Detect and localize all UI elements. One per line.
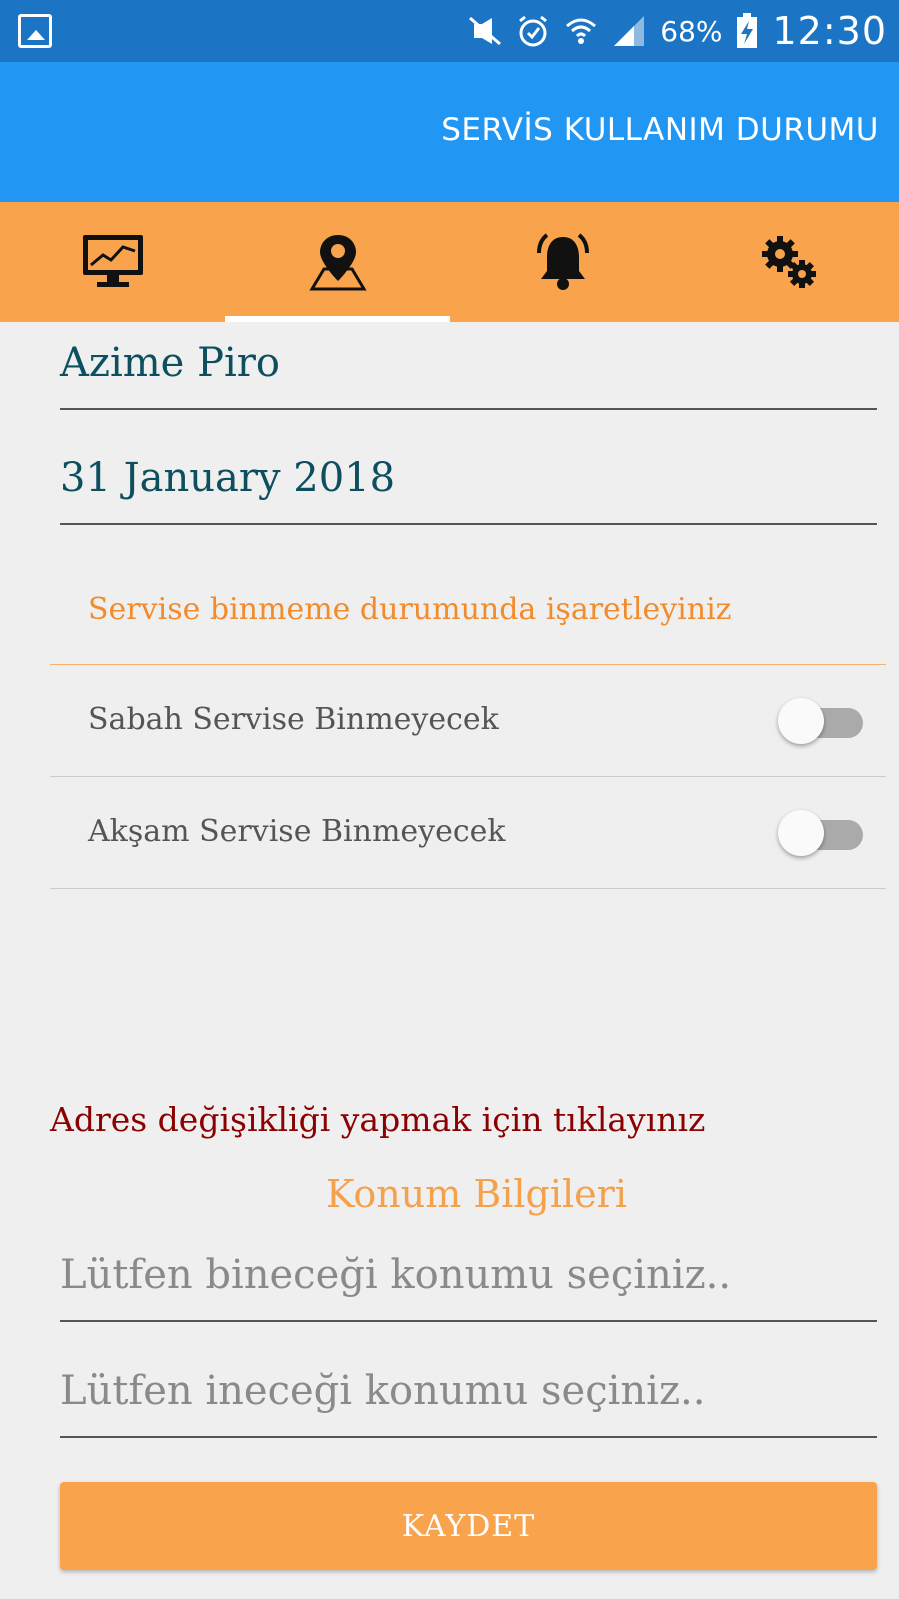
- alarm-icon: [516, 14, 550, 48]
- bell-icon: [536, 233, 589, 290]
- monitor-chart-icon: [82, 235, 143, 287]
- app-bar: SERVİS KULLANIM DURUMU: [0, 62, 899, 202]
- save-button[interactable]: KAYDET: [60, 1482, 877, 1570]
- instruction-divider: [50, 664, 886, 665]
- map-pin-icon: [308, 235, 367, 291]
- gallery-notification-icon: [18, 14, 52, 48]
- clock: 12:30: [772, 9, 887, 53]
- signal-icon: [612, 14, 646, 48]
- morning-switch-label: Sabah Servise Binmeyecek: [88, 702, 499, 737]
- name-underline: [60, 408, 877, 410]
- evening-switch-label: Akşam Servise Binmeyecek: [88, 814, 506, 849]
- tab-location[interactable]: [225, 202, 450, 322]
- battery-percent: 68%: [660, 14, 723, 48]
- pickup-location-input[interactable]: Lütfen bineceği konumu seçiniz..: [60, 1252, 731, 1298]
- switch-thumb: [778, 698, 824, 744]
- status-icons: 68% 12:30: [468, 0, 899, 62]
- student-name: Azime Piro: [60, 340, 280, 386]
- date-field[interactable]: 31 January 2018: [60, 455, 395, 501]
- pickup-underline: [60, 1320, 877, 1322]
- wifi-icon: [564, 14, 598, 48]
- switch-thumb: [778, 810, 824, 856]
- mute-icon: [468, 14, 502, 48]
- evening-service-switch[interactable]: [778, 810, 863, 858]
- date-underline: [60, 523, 877, 525]
- location-info-title: Konum Bilgileri: [326, 1172, 627, 1216]
- tab-settings[interactable]: [675, 202, 899, 322]
- gears-icon: [761, 236, 816, 288]
- tab-bar: [0, 202, 899, 322]
- morning-service-switch[interactable]: [778, 698, 863, 746]
- dropoff-underline: [60, 1436, 877, 1438]
- app-bar-title: SERVİS KULLANIM DURUMU: [441, 112, 879, 148]
- tab-notifications[interactable]: [450, 202, 675, 322]
- instruction-text: Servise binmeme durumunda işaretleyiniz: [88, 592, 732, 627]
- selected-tab-indicator: [225, 316, 450, 322]
- tab-dashboard[interactable]: [0, 202, 225, 322]
- status-bar: 68% 12:30: [0, 0, 899, 62]
- switch-divider: [50, 776, 886, 777]
- dropoff-location-input[interactable]: Lütfen ineceği konumu seçiniz..: [60, 1368, 705, 1414]
- switch-divider: [50, 888, 886, 889]
- address-change-link[interactable]: Adres değişikliği yapmak için tıklayınız: [50, 1100, 705, 1139]
- battery-charging-icon: [730, 13, 764, 48]
